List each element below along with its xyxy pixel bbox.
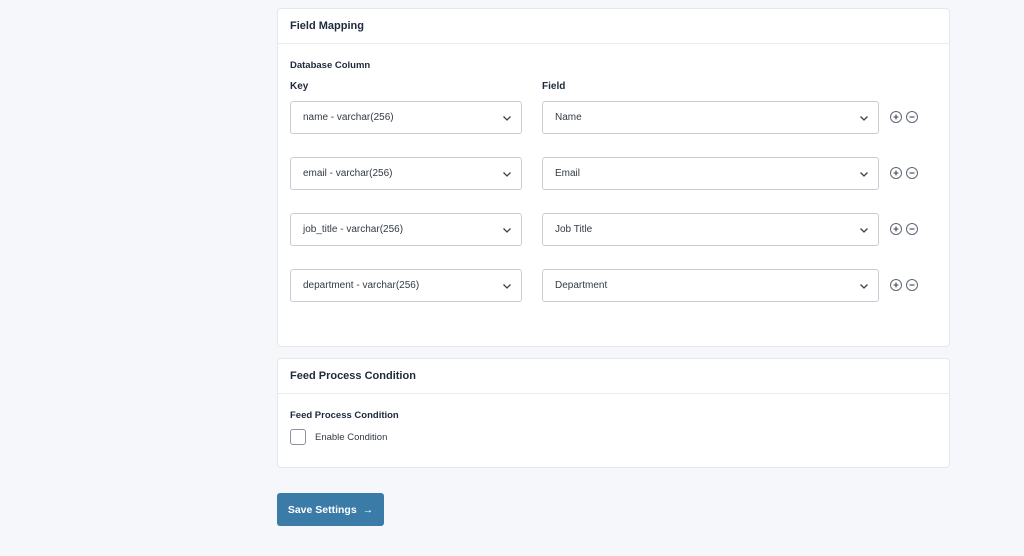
key-select-value: job_title - varchar(256) <box>303 224 404 235</box>
remove-row-button[interactable] <box>906 279 918 291</box>
key-column-header: Key <box>290 81 309 92</box>
key-select-row-4[interactable]: department - varchar(256) <box>290 269 522 302</box>
minus-icon <box>909 228 915 230</box>
field-mapping-title: Field Mapping <box>278 9 949 44</box>
add-row-button[interactable] <box>890 167 902 179</box>
save-settings-button[interactable]: Save Settings → <box>277 493 384 526</box>
minus-icon <box>909 116 915 118</box>
minus-icon <box>909 172 915 174</box>
minus-icon <box>909 284 915 286</box>
plus-icon <box>893 282 899 288</box>
field-mapping-panel: Field Mapping Database Column Key Field … <box>277 8 950 347</box>
enable-condition-label[interactable]: Enable Condition <box>315 432 387 443</box>
chevron-down-icon <box>503 284 511 289</box>
chevron-down-icon <box>860 228 868 233</box>
database-column-label: Database Column <box>290 60 371 71</box>
field-select-row-4[interactable]: Department <box>542 269 879 302</box>
key-select-row-3[interactable]: job_title - varchar(256) <box>290 213 522 246</box>
save-settings-label: Save Settings <box>287 503 357 516</box>
chevron-down-icon <box>503 228 511 233</box>
add-row-button[interactable] <box>890 223 902 235</box>
field-select-row-2[interactable]: Email <box>542 157 879 190</box>
key-select-row-2[interactable]: email - varchar(256) <box>290 157 522 190</box>
remove-row-button[interactable] <box>906 111 918 123</box>
field-select-value: Job Title <box>555 224 593 235</box>
feed-condition-title: Feed Process Condition <box>278 359 949 394</box>
key-select-value: department - varchar(256) <box>303 280 420 291</box>
chevron-down-icon <box>860 116 868 121</box>
chevron-down-icon <box>503 116 511 121</box>
chevron-down-icon <box>860 172 868 177</box>
field-column-header: Field <box>542 81 566 92</box>
plus-icon <box>893 226 899 232</box>
field-select-row-1[interactable]: Name <box>542 101 879 134</box>
key-select-value: email - varchar(256) <box>303 168 393 179</box>
arrow-right-icon: → <box>362 503 374 516</box>
remove-row-button[interactable] <box>906 167 918 179</box>
key-select-value: name - varchar(256) <box>303 112 394 123</box>
remove-row-button[interactable] <box>906 223 918 235</box>
field-select-value: Email <box>555 168 581 179</box>
feed-condition-label: Feed Process Condition <box>290 410 399 421</box>
feed-condition-panel: Feed Process Condition Feed Process Cond… <box>277 358 950 468</box>
add-row-button[interactable] <box>890 111 902 123</box>
plus-icon <box>893 170 899 176</box>
field-select-row-3[interactable]: Job Title <box>542 213 879 246</box>
chevron-down-icon <box>860 284 868 289</box>
field-select-value: Name <box>555 112 582 123</box>
key-select-row-1[interactable]: name - varchar(256) <box>290 101 522 134</box>
chevron-down-icon <box>503 172 511 177</box>
field-select-value: Department <box>555 280 608 291</box>
add-row-button[interactable] <box>890 279 902 291</box>
plus-icon <box>893 114 899 120</box>
enable-condition-checkbox[interactable] <box>290 429 306 445</box>
